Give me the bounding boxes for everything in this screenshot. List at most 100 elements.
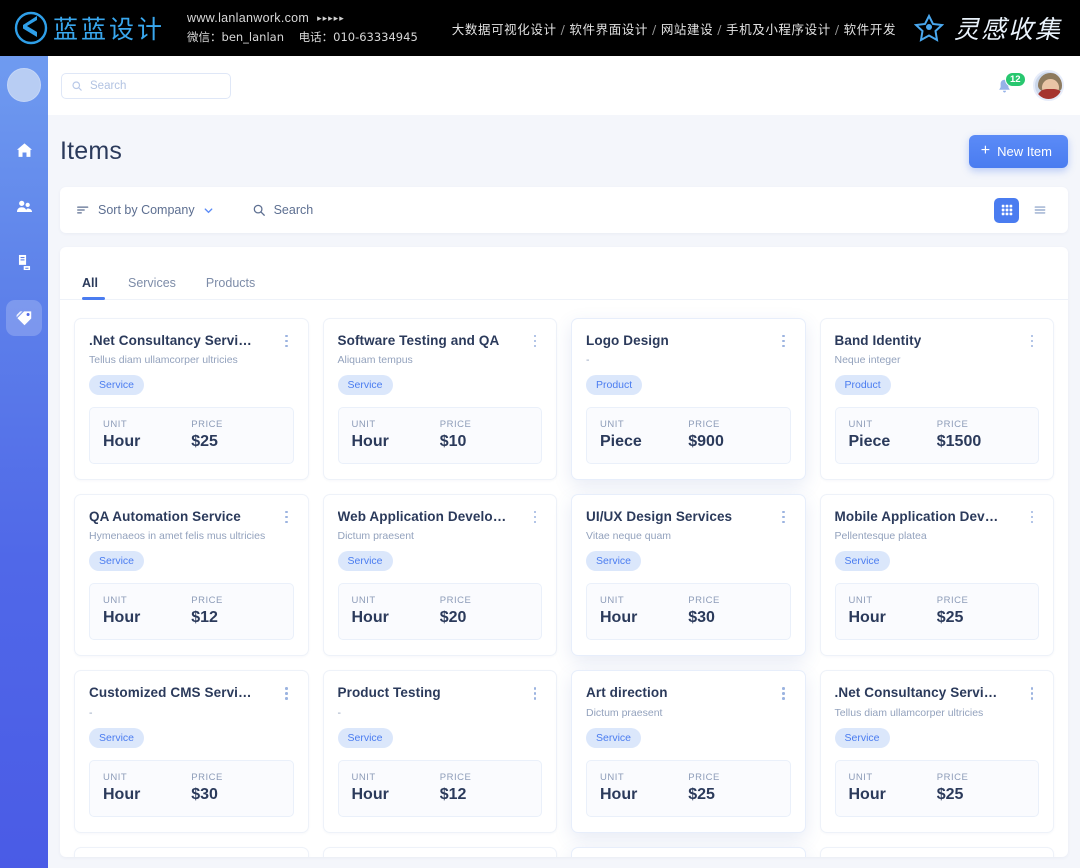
item-unit-stat: UNIT Piece <box>600 419 688 451</box>
item-menu-button[interactable] <box>777 333 791 349</box>
item-title: .Net Consultancy Services <box>89 333 259 348</box>
item-card[interactable]: Art direction Dictum praesent Service UNIT H… <box>571 670 806 833</box>
item-card[interactable]: UNITPRICE <box>571 846 806 857</box>
item-card[interactable]: Product Testing - Service UNIT Hour PRICE $12 <box>322 670 557 833</box>
sidebar-item-items[interactable] <box>6 300 42 336</box>
item-card-header: .Net Consultancy Services <box>835 685 1040 701</box>
unit-label: UNIT <box>848 595 873 607</box>
item-price-stat: PRICE $25 <box>688 772 776 804</box>
price-value: $20 <box>439 609 467 627</box>
new-item-button[interactable]: + New Item <box>968 134 1068 168</box>
item-card[interactable]: UI/UX Design Services Vitae neque quam Ser… <box>571 494 806 657</box>
promo-brand-text: 蓝蓝设计 <box>53 15 166 44</box>
item-menu-button[interactable] <box>528 509 542 525</box>
item-card[interactable]: Customized CMS Services - Service UNIT Hour P… <box>74 670 309 833</box>
item-title: UI/UX Design Services <box>586 509 733 525</box>
unit-label: UNIT <box>103 595 128 607</box>
item-unit-stat: UNIT Hour <box>103 419 191 451</box>
item-card[interactable]: QA Automation Service Hymenaeos in amet f… <box>74 494 309 657</box>
item-card[interactable]: .Net Consultancy Services Tellus diam ull… <box>819 670 1054 833</box>
item-card[interactable]: Mobile Application Develop... Pellentesqu… <box>819 494 1054 657</box>
unit-label: UNIT <box>103 419 128 431</box>
item-stats: UNIT Hour PRICE $25 <box>834 759 1039 817</box>
items-panel: All Services Products .Net Consultancy S… <box>60 247 1068 857</box>
item-title: .Net Consultancy Services <box>834 685 1005 701</box>
price-label: PRICE <box>439 771 472 783</box>
price-value: $25 <box>688 785 715 803</box>
price-label: PRICE <box>936 771 969 783</box>
item-menu-button[interactable] <box>280 333 294 349</box>
price-value: $30 <box>191 785 218 803</box>
promo-service-0: 大数据可视化设计 <box>451 21 557 37</box>
item-type-badge: Service <box>586 551 642 572</box>
promo-secondary-brand: 灵感收集 <box>913 10 1062 46</box>
sidebar-avatar[interactable] <box>7 68 41 102</box>
item-title: Mobile Application Develop... <box>834 509 1005 525</box>
item-card[interactable]: Band Identity Neque integer Product UNIT Pie… <box>819 318 1054 481</box>
item-title: QA Automation Service <box>89 509 241 525</box>
items-tabs: All Services Products <box>60 247 1068 300</box>
notification-badge: 12 <box>1005 72 1026 87</box>
item-card[interactable]: UNITPRICE <box>819 846 1054 857</box>
item-type-badge: Service <box>834 727 890 748</box>
price-value: $1500 <box>936 433 982 451</box>
unit-label: UNIT <box>848 771 873 783</box>
item-unit-stat: UNIT Hour <box>352 772 440 804</box>
item-card[interactable]: .Net Consultancy Services Tellus diam ull… <box>74 318 309 481</box>
list-icon <box>1034 206 1045 214</box>
item-unit-stat: UNIT Hour <box>600 595 688 627</box>
item-card[interactable]: Software Testing and QA Aliquam tempus Ser… <box>322 318 557 481</box>
price-label: PRICE <box>191 771 223 783</box>
promo-service-1: 软件界面设计 <box>569 21 648 37</box>
item-menu-button[interactable] <box>280 509 294 525</box>
item-subtitle: Vitae neque quam <box>586 530 672 543</box>
toolbar-search[interactable]: Search <box>252 203 314 217</box>
item-menu-button[interactable] <box>528 685 542 701</box>
item-menu-button[interactable] <box>280 685 294 701</box>
promo-service-2: 网站建设 <box>660 21 714 37</box>
unit-value: Hour <box>103 433 141 451</box>
item-menu-button[interactable] <box>1025 333 1039 349</box>
sidebar-item-home[interactable] <box>6 132 42 168</box>
unit-label: UNIT <box>351 419 376 431</box>
item-subtitle: Hymenaeos in amet felis mus ultricies <box>89 530 266 543</box>
global-search[interactable] <box>61 72 231 99</box>
item-card[interactable]: Logo Design - Product UNIT Piece PRICE $900 <box>571 318 806 481</box>
inspiration-star-icon <box>913 13 944 42</box>
item-type-badge: Service <box>89 551 145 572</box>
item-price-stat: PRICE $12 <box>440 772 528 804</box>
tab-all[interactable]: All <box>82 276 105 300</box>
promo-services-list: 大数据可视化设计 / 软件界面设计 / 网站建设 / 手机及小程序设计 / 软件开发 <box>451 21 897 37</box>
global-search-input[interactable] <box>90 79 221 92</box>
item-menu-button[interactable] <box>777 509 791 525</box>
unit-label: UNIT <box>103 771 128 783</box>
sort-label: Sort by Company <box>98 203 195 217</box>
list-view-button[interactable] <box>1027 198 1052 223</box>
item-subtitle: Tellus diam ullamcorper ultricies <box>89 354 238 367</box>
item-menu-button[interactable] <box>528 333 542 349</box>
item-card[interactable]: Web Application Development Dictum praese… <box>322 494 557 657</box>
sort-dropdown[interactable]: Sort by Company <box>76 203 214 217</box>
item-price-stat: PRICE $30 <box>688 595 776 627</box>
item-price-stat: PRICE $30 <box>191 772 279 804</box>
sidebar-item-invoices[interactable] <box>6 244 42 280</box>
unit-value: Hour <box>848 609 886 627</box>
item-menu-button[interactable] <box>1025 685 1039 701</box>
grid-view-button[interactable] <box>994 197 1019 223</box>
user-avatar[interactable] <box>1033 70 1064 101</box>
tab-services[interactable]: Services <box>128 276 176 299</box>
item-title: Logo Design <box>586 333 669 348</box>
item-card[interactable]: UNITPRICE <box>74 846 309 857</box>
unit-label: UNIT <box>848 419 873 431</box>
tab-products[interactable]: Products <box>206 276 255 299</box>
item-menu-button[interactable] <box>777 685 791 701</box>
unit-label: UNIT <box>600 419 625 431</box>
sidebar-item-contacts[interactable] <box>6 188 42 224</box>
toolbar-search-label: Search <box>273 203 314 217</box>
item-menu-button[interactable] <box>1025 509 1039 525</box>
people-icon <box>16 200 32 212</box>
item-card[interactable]: UNITPRICE <box>322 846 557 857</box>
notifications-button[interactable]: 12 <box>996 72 1026 97</box>
item-stats: UNIT Hour PRICE $25 <box>89 407 294 465</box>
item-title: Web Application Development <box>337 509 508 525</box>
